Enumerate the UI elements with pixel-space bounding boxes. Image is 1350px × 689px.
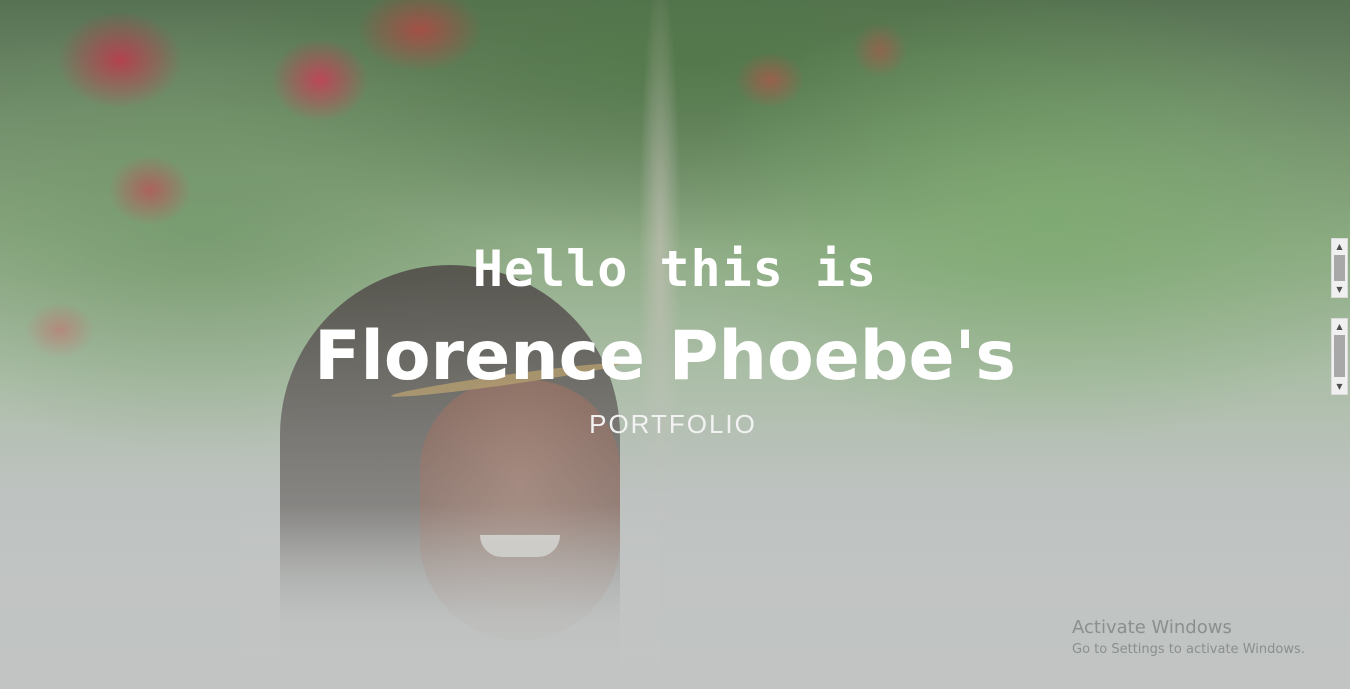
scrollbar-bottom[interactable]: ▲ ▼	[1331, 318, 1348, 395]
hero-name: Florence Phoebe's	[314, 317, 1016, 396]
scroll-down-arrow-icon[interactable]: ▼	[1332, 380, 1347, 393]
hero-subtitle: PORTFOLIO	[589, 409, 757, 439]
hero-section: Hello this is Florence Phoebe's PORTFOLI…	[0, 0, 1350, 689]
scrollbar-thumb[interactable]	[1334, 335, 1345, 377]
scroll-down-arrow-icon[interactable]: ▼	[1332, 283, 1347, 296]
activate-windows-watermark: Activate Windows Go to Settings to activ…	[1072, 616, 1305, 660]
scrollbar-top[interactable]: ▲ ▼	[1331, 238, 1348, 298]
watermark-title: Activate Windows	[1072, 617, 1232, 638]
watermark-subtitle: Go to Settings to activate Windows.	[1072, 642, 1305, 657]
hero-greeting: Hello this is	[472, 240, 878, 298]
scroll-up-arrow-icon[interactable]: ▲	[1332, 320, 1347, 333]
scrollbar-thumb[interactable]	[1334, 255, 1345, 281]
scroll-up-arrow-icon[interactable]: ▲	[1332, 240, 1347, 253]
